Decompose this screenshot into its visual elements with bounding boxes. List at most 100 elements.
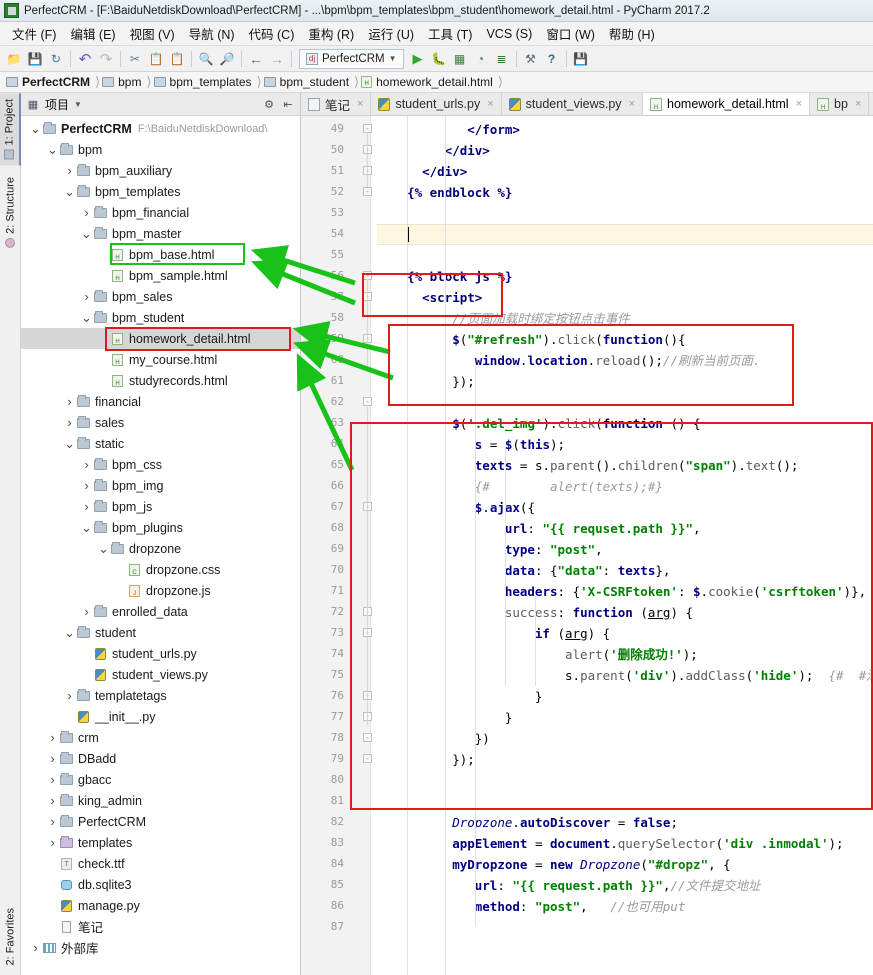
chevron-right-icon[interactable]: › bbox=[46, 793, 59, 808]
tree-node[interactable]: ⌄ bpm_student bbox=[21, 307, 300, 328]
tree-node[interactable]: 笔记 bbox=[21, 916, 300, 937]
tree-node[interactable]: Cdropzone.css bbox=[21, 559, 300, 580]
tree-node[interactable]: Hbpm_sample.html bbox=[21, 265, 300, 286]
menu-item-help[interactable]: 帮助 (H) bbox=[602, 22, 662, 45]
tree-node[interactable]: › bpm_img bbox=[21, 475, 300, 496]
chevron-down-icon[interactable]: ⌄ bbox=[97, 541, 110, 557]
code-line[interactable]: </form> bbox=[467, 119, 520, 140]
chevron-right-icon[interactable]: › bbox=[46, 814, 59, 829]
editor-tab[interactable]: student_views.py × bbox=[501, 93, 643, 115]
tree-node[interactable]: student_urls.py bbox=[21, 643, 300, 664]
settings-icon[interactable]: ⚒ bbox=[521, 49, 541, 69]
code-line[interactable]: headers: {'X-CSRFtoken': $.cookie('csrft… bbox=[505, 581, 866, 602]
editor-tab-strip[interactable]: 笔记 × student_urls.py × student_views.py × Hhom… bbox=[301, 93, 873, 116]
tree-node[interactable]: db.sqlite3 bbox=[21, 874, 300, 895]
tree-node[interactable]: › bpm_css bbox=[21, 454, 300, 475]
chevron-right-icon[interactable]: › bbox=[63, 415, 76, 430]
fold-marker[interactable]: - bbox=[363, 754, 372, 763]
tree-node[interactable]: › financial bbox=[21, 391, 300, 412]
manage-py-icon[interactable]: 💾 bbox=[571, 49, 591, 69]
menu-item-code[interactable]: 代码 (C) bbox=[242, 22, 302, 45]
menu-item-edit[interactable]: 编辑 (E) bbox=[63, 22, 122, 45]
menu-item-file[interactable]: 文件 (F) bbox=[5, 22, 63, 45]
editor-tab[interactable]: 笔记 × bbox=[301, 93, 372, 115]
tree-node[interactable]: manage.py bbox=[21, 895, 300, 916]
chevron-right-icon[interactable]: › bbox=[46, 772, 59, 787]
tree-node[interactable]: ⌄ bpm bbox=[21, 139, 300, 160]
collapse-all-icon[interactable]: ⇤ bbox=[281, 97, 295, 111]
code-line[interactable]: Dropzone.autoDiscover = false; bbox=[452, 812, 678, 833]
editor-tab[interactable]: Hbp × bbox=[810, 93, 870, 115]
chevron-right-icon[interactable]: › bbox=[63, 163, 76, 178]
chevron-down-icon[interactable]: ⌄ bbox=[80, 226, 93, 242]
menu-item-navigate[interactable]: 导航 (N) bbox=[182, 22, 242, 45]
close-icon[interactable]: × bbox=[796, 98, 802, 110]
chevron-down-icon[interactable]: ▼ bbox=[74, 100, 82, 109]
code-line[interactable]: success: function (arg) { bbox=[505, 602, 693, 623]
fold-marker[interactable]: - bbox=[363, 733, 372, 742]
tree-node[interactable]: › gbacc bbox=[21, 769, 300, 790]
code-line[interactable]: texts = s.parent().children("span").text… bbox=[475, 455, 799, 476]
tree-node[interactable]: Tcheck.ttf bbox=[21, 853, 300, 874]
code-line[interactable]: }) bbox=[475, 728, 490, 749]
code-text-area[interactable]: </form></div></div>{% endblock %}{% bloc… bbox=[377, 116, 873, 975]
chevron-down-icon[interactable]: ⌄ bbox=[80, 310, 93, 326]
chevron-down-icon[interactable]: ⌄ bbox=[46, 142, 59, 158]
tree-node[interactable]: › enrolled_data bbox=[21, 601, 300, 622]
code-line[interactable]: }); bbox=[452, 371, 475, 392]
tree-node[interactable]: Hmy_course.html bbox=[21, 349, 300, 370]
code-line[interactable]: type: "post", bbox=[505, 539, 603, 560]
editor-tab[interactable]: Hhomework_detail.html × bbox=[643, 93, 811, 115]
tree-node[interactable]: ⌄ student bbox=[21, 622, 300, 643]
code-line[interactable]: }); bbox=[452, 749, 475, 770]
code-line[interactable]: //页面加载时绑定按钮点击事件 bbox=[452, 308, 630, 329]
menu-item-view[interactable]: 视图 (V) bbox=[123, 22, 182, 45]
cut-icon[interactable]: ✂ bbox=[125, 49, 145, 69]
close-icon[interactable]: × bbox=[357, 98, 363, 110]
code-line[interactable]: url: "{{ request.path }}",//文件提交地址 bbox=[475, 875, 761, 896]
run-configuration-selector[interactable]: dj PerfectCRM ▼ bbox=[299, 48, 404, 69]
code-line[interactable]: {# alert(texts);#} bbox=[475, 476, 663, 497]
code-line[interactable]: if (arg) { bbox=[535, 623, 610, 644]
save-all-icon[interactable]: 💾 bbox=[25, 49, 45, 69]
code-line[interactable]: appElement = document.querySelector('div… bbox=[452, 833, 843, 854]
code-line[interactable]: url: "{{ requset.path }}", bbox=[505, 518, 701, 539]
code-line[interactable]: method: "post", //也可用put bbox=[475, 896, 686, 917]
attach-icon[interactable]: ≣ bbox=[492, 49, 512, 69]
tool-window-tab-structure[interactable]: 2: Structure bbox=[0, 171, 21, 254]
breadcrumb[interactable]: PerfectCRM ⟩ bpm ⟩ bpm_templates ⟩ bpm_s… bbox=[0, 72, 873, 93]
chevron-down-icon[interactable]: ⌄ bbox=[63, 625, 76, 641]
copy-icon[interactable]: 📋 bbox=[146, 49, 166, 69]
breadcrumb-item-perfectcrm[interactable]: PerfectCRM bbox=[6, 75, 93, 89]
debug-icon[interactable]: 🐛 bbox=[429, 49, 449, 69]
breadcrumb-item-bpm-templates[interactable]: bpm_templates bbox=[153, 75, 255, 89]
chevron-right-icon[interactable]: › bbox=[63, 394, 76, 409]
back-icon[interactable]: ← bbox=[246, 49, 266, 69]
help-icon[interactable]: ? bbox=[542, 49, 562, 69]
tree-node[interactable]: › bpm_financial bbox=[21, 202, 300, 223]
tree-node[interactable]: › sales bbox=[21, 412, 300, 433]
code-line[interactable]: {% block js %} bbox=[407, 266, 512, 287]
code-editor[interactable]: 49 50 51 52 53 54 55 56 57 58 59 60 61 62 63 64 65 66 67 68… bbox=[301, 116, 873, 975]
menu-item-window[interactable]: 窗口 (W) bbox=[539, 22, 602, 45]
breadcrumb-item-homework-detail[interactable]: H homework_detail.html bbox=[361, 75, 496, 89]
breadcrumb-item-bpm[interactable]: bpm bbox=[102, 75, 144, 89]
menu-item-refactor[interactable]: 重构 (R) bbox=[301, 22, 361, 45]
open-folder-icon[interactable]: 📁 bbox=[4, 49, 24, 69]
project-tree[interactable]: ⌄ PerfectCRM F:\BaiduNetdiskDownload\ ⌄ bpm ›… bbox=[21, 116, 300, 975]
menu-item-tools[interactable]: 工具 (T) bbox=[421, 22, 479, 45]
code-line[interactable]: } bbox=[535, 686, 543, 707]
code-line[interactable]: } bbox=[505, 707, 513, 728]
tree-node[interactable]: Jdropzone.js bbox=[21, 580, 300, 601]
chevron-down-icon[interactable]: ⌄ bbox=[63, 436, 76, 452]
tree-node[interactable]: ⌄ PerfectCRM F:\BaiduNetdiskDownload\ bbox=[21, 118, 300, 139]
editor-tab[interactable]: student_urls.py × bbox=[371, 93, 502, 115]
chevron-right-icon[interactable]: › bbox=[80, 604, 93, 619]
chevron-right-icon[interactable]: › bbox=[80, 457, 93, 472]
close-icon[interactable]: × bbox=[629, 98, 635, 110]
fold-marker[interactable]: - bbox=[363, 187, 372, 196]
chevron-down-icon[interactable]: ⌄ bbox=[80, 520, 93, 536]
chevron-right-icon[interactable]: › bbox=[80, 205, 93, 220]
code-line[interactable]: </div> bbox=[445, 140, 490, 161]
chevron-right-icon[interactable]: › bbox=[46, 730, 59, 745]
